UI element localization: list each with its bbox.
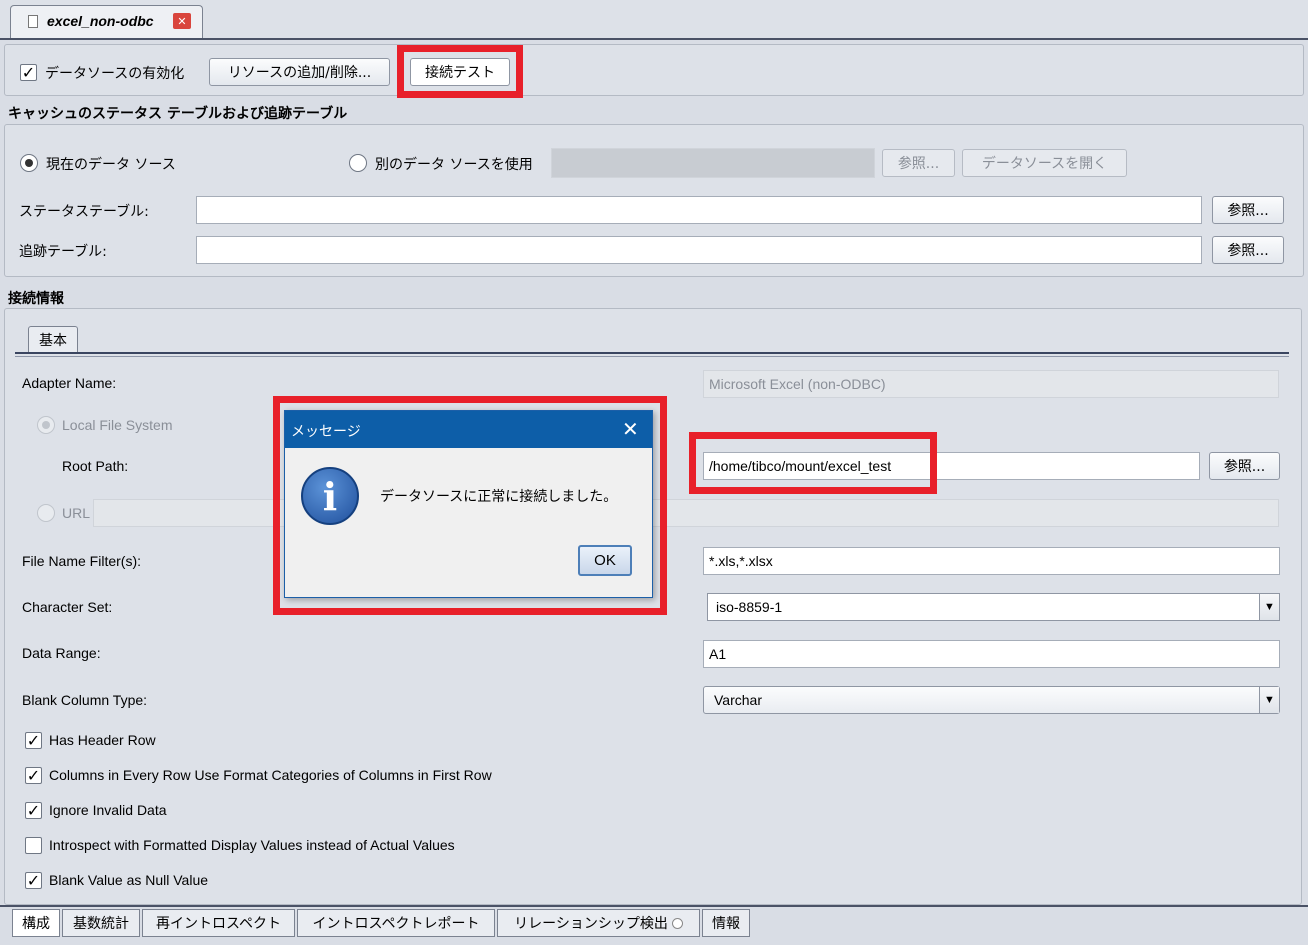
highlight-root-path <box>689 432 937 494</box>
tab-cardinality[interactable]: 基数統計 <box>62 909 140 937</box>
highlight-dialog <box>273 396 667 615</box>
tab-info[interactable]: 情報 <box>702 909 750 937</box>
url-radio <box>37 504 55 522</box>
close-icon[interactable]: ✕ <box>173 13 191 29</box>
connection-section-title: 接続情報 <box>8 291 64 307</box>
adapter-name-field: Microsoft Excel (non-ODBC) <box>703 370 1279 398</box>
current-source-radio[interactable] <box>20 154 38 172</box>
editor-tab-title: excel_non-odbc <box>47 13 154 29</box>
root-path-label: Root Path: <box>62 458 129 474</box>
local-fs-label: Local File System <box>62 417 173 433</box>
has-header-row-label: Has Header Row <box>49 732 156 748</box>
file-filter-field[interactable]: *.xls,*.xlsx <box>703 547 1280 575</box>
cache-section-title: キャッシュのステータス テーブルおよび追跡テーブル <box>8 106 348 122</box>
tab-relationship-label: リレーションシップ検出 <box>514 916 668 932</box>
charset-label: Character Set: <box>22 599 113 615</box>
basic-tab-label: 基本 <box>39 333 67 349</box>
blank-col-type-select[interactable]: Varchar ▼ <box>703 686 1280 714</box>
local-fs-radio <box>37 416 55 434</box>
status-table-browse-button[interactable]: 参照... <box>1212 196 1284 224</box>
tab-config[interactable]: 構成 <box>12 909 60 937</box>
status-circle-icon <box>671 917 683 929</box>
blank-as-null-checkbox[interactable]: ✓ <box>25 872 42 889</box>
other-source-label: 別のデータ ソースを使用 <box>375 157 533 173</box>
charset-value: iso-8859-1 <box>716 599 783 615</box>
tab-introspect-report[interactable]: イントロスペクトレポート <box>297 909 495 937</box>
blank-as-null-label: Blank Value as Null Value <box>49 872 209 888</box>
blank-col-type-value: Varchar <box>714 692 762 708</box>
charset-select[interactable]: iso-8859-1 ▼ <box>707 593 1280 621</box>
tracking-table-browse-button[interactable]: 参照... <box>1212 236 1284 264</box>
data-range-label: Data Range: <box>22 645 101 661</box>
highlight-test-connection <box>397 45 523 98</box>
other-source-radio[interactable] <box>349 154 367 172</box>
data-range-field[interactable]: A1 <box>703 640 1280 668</box>
ignore-invalid-data-label: Ignore Invalid Data <box>49 802 167 818</box>
root-path-browse-button[interactable]: 参照... <box>1209 452 1280 480</box>
status-table-field[interactable] <box>196 196 1202 224</box>
open-source-button: データソースを開く <box>962 149 1127 177</box>
chevron-down-icon[interactable]: ▼ <box>1259 687 1279 713</box>
status-table-label: ステータステーブル: <box>19 204 149 220</box>
file-filter-label: File Name Filter(s): <box>22 553 142 569</box>
adapter-name-label: Adapter Name: <box>22 375 117 391</box>
enable-datasource-label: データソースの有効化 <box>45 66 185 82</box>
blank-col-type-label: Blank Column Type: <box>22 692 148 708</box>
format-categories-label: Columns in Every Row Use Format Categori… <box>49 767 492 783</box>
add-remove-resource-button[interactable]: リソースの追加/削除... <box>209 58 390 86</box>
tab-relationship-discovery[interactable]: リレーションシップ検出 <box>497 909 700 937</box>
tab-divider-light <box>15 356 1289 357</box>
tab-reintrospect[interactable]: 再イントロスペクト <box>142 909 295 937</box>
tab-divider <box>15 352 1289 354</box>
basic-tab[interactable]: 基本 <box>28 326 78 353</box>
url-field <box>93 499 1279 527</box>
tracking-table-label: 追跡テーブル: <box>19 244 107 260</box>
ignore-invalid-data-checkbox[interactable]: ✓ <box>25 802 42 819</box>
introspect-formatted-checkbox[interactable] <box>25 837 42 854</box>
toolbar <box>4 44 1304 96</box>
introspect-formatted-label: Introspect with Formatted Display Values… <box>49 837 455 853</box>
url-label: URL <box>62 505 91 521</box>
format-categories-checkbox[interactable]: ✓ <box>25 767 42 784</box>
chevron-down-icon[interactable]: ▼ <box>1259 594 1279 620</box>
other-source-field <box>551 148 875 178</box>
editor-tab[interactable]: excel_non-odbc ✕ <box>10 5 203 38</box>
has-header-row-checkbox[interactable]: ✓ <box>25 732 42 749</box>
current-source-label: 現在のデータ ソース <box>46 157 176 173</box>
other-source-browse-button: 参照... <box>882 149 955 177</box>
tracking-table-field[interactable] <box>196 236 1202 264</box>
document-icon <box>28 15 38 28</box>
enable-datasource-checkbox[interactable]: ✓ <box>20 64 37 81</box>
